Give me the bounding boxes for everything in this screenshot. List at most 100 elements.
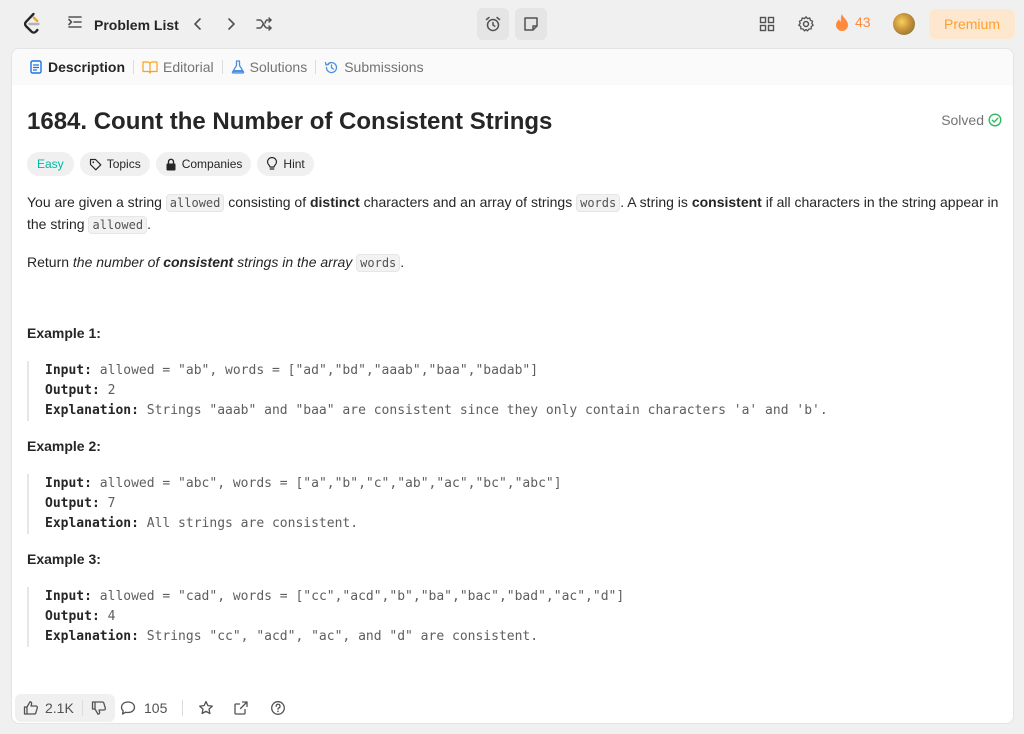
panel-tabs: Description Editorial Solutions Submissi… — [12, 49, 1013, 85]
timer-button[interactable] — [477, 8, 509, 40]
input-key: Input: — [45, 363, 92, 378]
external-link-icon — [234, 701, 248, 715]
example-block: Input: allowed = "cad", words = ["cc","a… — [27, 587, 1002, 647]
input-key: Input: — [45, 589, 92, 604]
explanation-key: Explanation: — [45, 516, 139, 531]
next-problem-button[interactable] — [219, 12, 243, 36]
text: . — [400, 254, 405, 270]
leetcode-logo-icon[interactable] — [20, 12, 44, 36]
tab-divider — [315, 60, 317, 74]
explanation-value: Strings "aaab" and "baa" are consistent … — [138, 403, 828, 418]
companies-tag[interactable]: Companies — [155, 152, 252, 176]
hint-label: Hint — [283, 157, 305, 171]
history-icon — [325, 61, 338, 73]
companies-label: Companies — [181, 157, 243, 171]
example-block: Input: allowed = "abc", words = ["a","b"… — [27, 474, 1002, 534]
fire-icon — [836, 14, 848, 31]
previous-problem-button[interactable] — [186, 12, 210, 36]
random-problem-button[interactable] — [252, 12, 276, 36]
sticky-note-icon — [524, 17, 538, 31]
topics-label: Topics — [106, 157, 141, 171]
toolbar-divider — [182, 700, 183, 716]
lock-icon — [166, 158, 176, 170]
layout-button[interactable] — [755, 12, 779, 36]
tab-description[interactable]: Description — [24, 59, 130, 75]
solved-label: Solved — [941, 112, 984, 128]
output-key: Output: — [45, 609, 100, 624]
streak-counter[interactable]: 43 — [834, 13, 871, 31]
share-button[interactable] — [231, 698, 251, 718]
description-paragraph: Return the number of consistent strings … — [27, 252, 1002, 274]
dislike-button[interactable] — [83, 694, 115, 722]
text: consisting of — [224, 194, 310, 210]
tab-description-label: Description — [48, 59, 126, 75]
inline-code: allowed — [165, 194, 225, 212]
inline-code: words — [576, 194, 621, 212]
output-value: 7 — [99, 496, 116, 511]
example-input: Input: allowed = "cad", words = ["cc","a… — [45, 587, 1002, 607]
explanation-key: Explanation: — [45, 403, 139, 418]
like-count: 2.1K — [45, 700, 74, 716]
text: Return — [27, 254, 73, 270]
like-button[interactable]: 2.1K — [15, 694, 82, 722]
explanation-key: Explanation: — [45, 629, 139, 644]
lightbulb-icon — [267, 157, 278, 170]
thumbs-down-icon — [91, 701, 106, 715]
example-title: Example 1: — [27, 325, 101, 341]
check-circle-icon — [988, 113, 1002, 127]
output-key: Output: — [45, 496, 100, 511]
favorite-button[interactable] — [196, 698, 216, 718]
problem-list-button[interactable]: Problem List — [66, 13, 179, 36]
tab-submissions-label: Submissions — [344, 59, 424, 75]
topics-tag[interactable]: Topics — [79, 152, 150, 176]
user-avatar[interactable] — [893, 13, 915, 35]
example-output: Output: 4 — [45, 607, 1002, 627]
settings-button[interactable] — [794, 12, 818, 36]
text: . — [147, 216, 151, 232]
tag-icon — [89, 158, 102, 170]
text: characters and an array of strings — [359, 194, 577, 210]
gear-icon — [798, 16, 814, 32]
comments-button[interactable]: 105 — [120, 694, 167, 722]
italic-text: strings in the array — [233, 254, 357, 270]
output-value: 2 — [99, 383, 116, 398]
notes-button[interactable] — [515, 8, 547, 40]
input-value: allowed = "ab", words = ["ad","bd","aaab… — [91, 363, 539, 378]
problem-tags: Easy Topics Companies Hint — [27, 152, 314, 176]
streak-count: 43 — [855, 14, 871, 30]
bold-text: distinct — [309, 194, 360, 210]
description-paragraph: You are given a string allowed consistin… — [27, 192, 1002, 236]
input-value: allowed = "abc", words = ["a","b","c","a… — [91, 476, 562, 491]
premium-button[interactable]: Premium — [929, 9, 1015, 39]
tab-solutions[interactable]: Solutions — [226, 59, 313, 75]
alarm-clock-icon — [485, 16, 501, 32]
example-input: Input: allowed = "ab", words = ["ad","bd… — [45, 361, 1002, 381]
italic-text: the number of — [72, 254, 164, 270]
description-panel: Description Editorial Solutions Submissi… — [11, 48, 1014, 724]
bottom-action-bar: 2.1K 105 — [12, 691, 1013, 723]
problem-title[interactable]: 1684. Count the Number of Consistent Str… — [27, 108, 552, 136]
inline-code: words — [356, 254, 401, 272]
question-circle-icon — [271, 701, 285, 715]
problem-description: You are given a string allowed consistin… — [27, 192, 1002, 290]
comment-bubble-icon — [120, 701, 136, 715]
tab-editorial[interactable]: Editorial — [137, 59, 219, 75]
vote-group: 2.1K — [15, 694, 115, 722]
bold-text: consistent — [691, 194, 762, 210]
example-title: Example 3: — [27, 551, 101, 567]
example-title: Example 2: — [27, 438, 101, 454]
help-button[interactable] — [268, 698, 288, 718]
document-icon — [30, 60, 42, 74]
example-output: Output: 7 — [45, 494, 1002, 514]
list-menu-icon — [66, 13, 84, 36]
hint-tag[interactable]: Hint — [257, 152, 314, 176]
tab-divider — [133, 60, 135, 74]
explanation-value: All strings are consistent. — [138, 516, 359, 531]
example-block: Input: allowed = "ab", words = ["ad","bd… — [27, 361, 1002, 421]
tab-submissions[interactable]: Submissions — [319, 59, 428, 75]
example-explanation: Explanation: All strings are consistent. — [45, 514, 1002, 534]
text: . A string is — [620, 194, 692, 210]
star-icon — [199, 700, 213, 715]
difficulty-badge: Easy — [27, 152, 74, 176]
flask-icon — [231, 60, 244, 74]
